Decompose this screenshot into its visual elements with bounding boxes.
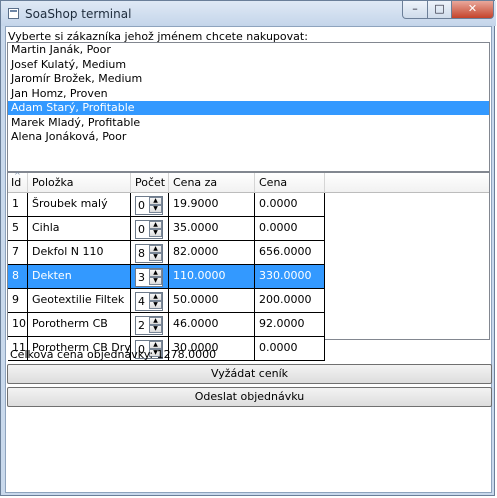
title-bar[interactable]: SoaShop terminal – □ ✕ <box>1 1 496 26</box>
order-items-grid[interactable]: ^ Id Položka Počet Cena za položku Cena … <box>7 171 490 361</box>
cell-total-price[interactable]: 0.0000 <box>255 193 325 217</box>
cell-item[interactable]: Dekfol N 110 <box>28 241 131 265</box>
app-window: SoaShop terminal – □ ✕ Vyberte si zákazn… <box>0 0 496 496</box>
cell-id[interactable]: 1 <box>8 193 28 217</box>
quantity-value[interactable]: 8 <box>138 245 145 262</box>
cell-total-price[interactable]: 656.0000 <box>255 241 325 265</box>
cell-unit-price[interactable]: 110.0000 <box>169 265 255 289</box>
cell-total-price[interactable]: 200.0000 <box>255 289 325 313</box>
cell-id[interactable]: 9 <box>8 289 28 313</box>
customer-list-item[interactable]: Jaromír Brožek, Medium <box>8 72 489 86</box>
quantity-stepper[interactable]: 0 ▲ ▼ <box>135 196 163 215</box>
customer-list-item[interactable]: Alena Jonáková, Poor <box>8 130 489 144</box>
column-header-unit-price[interactable]: Cena za položku <box>169 173 255 209</box>
cell-total-price[interactable]: 0.0000 <box>255 337 325 361</box>
cell-total-price[interactable]: 0.0000 <box>255 217 325 241</box>
table-row[interactable]: 7 Dekfol N 110 8 ▲ ▼ 82.0000 656.0000 <box>8 241 331 265</box>
column-header-quantity[interactable]: Počet <box>131 173 169 193</box>
cell-quantity: 3 ▲ ▼ <box>131 265 169 289</box>
cell-item[interactable]: Geotextilie Filtek <box>28 289 131 313</box>
quantity-stepper[interactable]: 0 ▲ ▼ <box>135 220 163 239</box>
column-header-filler <box>325 173 489 193</box>
increment-arrow-icon[interactable]: ▲ <box>149 269 162 277</box>
quantity-value[interactable]: 2 <box>138 317 145 334</box>
cell-total-price[interactable]: 330.0000 <box>255 265 325 289</box>
cell-quantity: 2 ▲ ▼ <box>131 313 169 337</box>
window-title: SoaShop terminal <box>25 7 132 21</box>
decrement-arrow-icon[interactable]: ▼ <box>149 205 162 213</box>
cell-unit-price[interactable]: 19.9000 <box>169 193 255 217</box>
quantity-stepper[interactable]: 3 ▲ ▼ <box>135 268 163 287</box>
cell-item[interactable]: Dekten <box>28 265 131 289</box>
table-row[interactable]: 9 Geotextilie Filtek 4 ▲ ▼ 50.0000 200.0000 <box>8 289 331 313</box>
cell-total-price[interactable]: 92.0000 <box>255 313 325 337</box>
cell-quantity: 0 ▲ ▼ <box>131 193 169 217</box>
column-header-item[interactable]: Položka <box>28 173 131 193</box>
customer-listbox[interactable]: Martin Janák, Poor Josef Kulatý, Medium Ja… <box>7 42 490 172</box>
cell-id[interactable]: 10 <box>8 313 28 337</box>
request-price-list-button[interactable]: Vyžádat ceník <box>7 364 492 384</box>
decrement-arrow-icon[interactable]: ▼ <box>149 277 162 285</box>
quantity-stepper[interactable]: 2 ▲ ▼ <box>135 316 163 335</box>
column-header-id[interactable]: ^ Id <box>8 171 28 193</box>
column-header-total-price[interactable]: Cena celkem <box>255 173 325 209</box>
quantity-value[interactable]: 3 <box>138 269 145 286</box>
cell-id[interactable]: 8 <box>8 265 28 289</box>
order-total-label: Celková cena objednávky: <box>10 348 154 361</box>
increment-arrow-icon[interactable]: ▲ <box>149 293 162 301</box>
increment-arrow-icon[interactable]: ▲ <box>149 197 162 205</box>
customer-list-item[interactable]: Adam Starý, Profitable <box>8 101 489 115</box>
decrement-arrow-icon[interactable]: ▼ <box>149 325 162 333</box>
customer-list-item[interactable]: Martin Janák, Poor <box>8 43 489 57</box>
customer-list-item[interactable]: Josef Kulatý, Medium <box>8 58 489 72</box>
cell-id[interactable]: 5 <box>8 217 28 241</box>
order-total-value: 1278.0000 <box>156 348 217 361</box>
cell-unit-price[interactable]: 35.0000 <box>169 217 255 241</box>
quantity-stepper[interactable]: 8 ▲ ▼ <box>135 244 163 263</box>
cell-item[interactable]: Porotherm CB <box>28 313 131 337</box>
cell-id[interactable]: 7 <box>8 241 28 265</box>
close-button[interactable]: ✕ <box>451 1 494 19</box>
increment-arrow-icon[interactable]: ▲ <box>149 221 162 229</box>
customer-list-item[interactable]: Marek Mladý, Profitable <box>8 116 489 130</box>
decrement-arrow-icon[interactable]: ▼ <box>149 229 162 237</box>
send-order-button[interactable]: Odeslat objednávku <box>7 387 492 407</box>
cell-quantity: 8 ▲ ▼ <box>131 241 169 265</box>
quantity-stepper[interactable]: 4 ▲ ▼ <box>135 292 163 311</box>
cell-unit-price[interactable]: 46.0000 <box>169 313 255 337</box>
table-row[interactable]: 5 Cihla 0 ▲ ▼ 35.0000 0.0000 <box>8 217 331 241</box>
customer-list-item[interactable]: Jan Homz, Proven <box>8 87 489 101</box>
cell-quantity: 4 ▲ ▼ <box>131 289 169 313</box>
table-row[interactable]: 10 Porotherm CB 2 ▲ ▼ 46.0000 92.0000 <box>8 313 331 337</box>
increment-arrow-icon[interactable]: ▲ <box>149 317 162 325</box>
order-total: Celková cena objednávky: 1278.0000 <box>10 348 216 361</box>
cell-unit-price[interactable]: 50.0000 <box>169 289 255 313</box>
quantity-value[interactable]: 0 <box>138 221 145 238</box>
decrement-arrow-icon[interactable]: ▼ <box>149 301 162 309</box>
cell-quantity: 0 ▲ ▼ <box>131 217 169 241</box>
cell-item[interactable]: Šroubek malý <box>28 193 131 217</box>
quantity-value[interactable]: 0 <box>138 197 145 214</box>
table-row[interactable]: 8 Dekten 3 ▲ ▼ 110.0000 330.0000 <box>8 265 331 289</box>
cell-item[interactable]: Cihla <box>28 217 131 241</box>
client-area: Vyberte si zákazníka jehož jménem chcete… <box>5 26 492 493</box>
decrement-arrow-icon[interactable]: ▼ <box>149 253 162 261</box>
increment-arrow-icon[interactable]: ▲ <box>149 245 162 253</box>
maximize-button[interactable]: □ <box>427 1 452 19</box>
app-window-icon <box>8 8 19 19</box>
cell-unit-price[interactable]: 82.0000 <box>169 241 255 265</box>
minimize-button[interactable]: – <box>402 1 428 19</box>
table-row[interactable]: 1 Šroubek malý 0 ▲ ▼ 19.9000 0.0000 <box>8 193 331 217</box>
sort-ascending-icon: ^ <box>14 171 21 180</box>
quantity-value[interactable]: 4 <box>138 293 145 310</box>
